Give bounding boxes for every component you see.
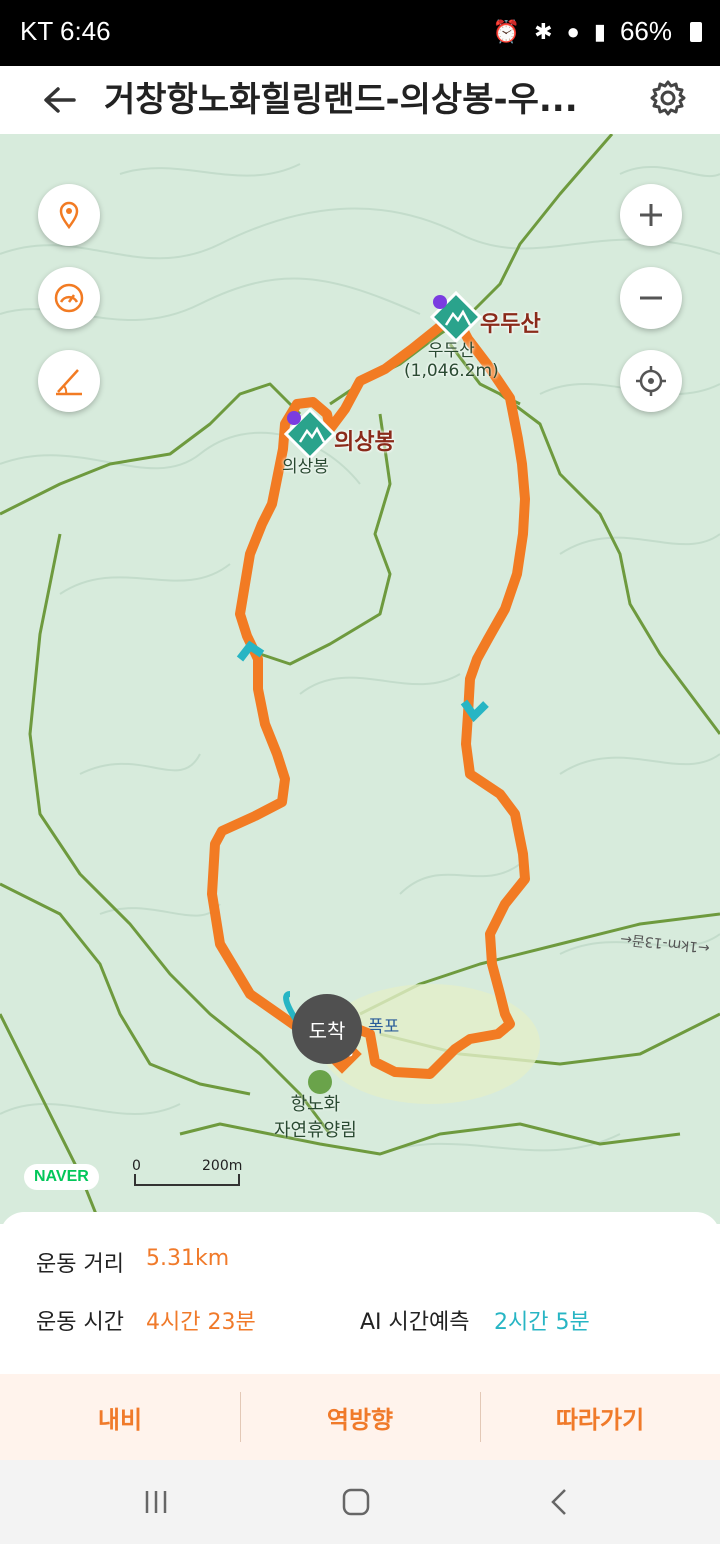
zoom-in-button[interactable] [620, 184, 682, 246]
distance-value: 5.31km [146, 1246, 230, 1271]
alarm-icon: ⏰ [492, 18, 521, 44]
ai-time-value: 2시간 5분 [494, 1310, 590, 1335]
map-pin-icon [59, 201, 79, 230]
stats-panel: 운동 거리 5.31km 운동 시간 4시간 23분 AI 시간예측 2시간 5… [0, 1212, 720, 1374]
distance-label: 운동 거리 [36, 1252, 124, 1277]
scale-zero: 0 [132, 1158, 141, 1174]
recents-button[interactable] [126, 1482, 186, 1522]
waterfall-label: 폭포 [368, 1017, 400, 1037]
system-back-button[interactable] [530, 1482, 590, 1522]
battery-percent: 66% [619, 16, 672, 46]
crosshair-icon [636, 366, 666, 396]
home-icon [342, 1488, 370, 1516]
app-bar: 거창항노화힐링랜드-의상봉-우... [0, 66, 720, 134]
recents-icon [145, 1491, 167, 1513]
my-location-button[interactable] [620, 350, 682, 412]
elevation-button[interactable] [38, 350, 100, 412]
map-canvas [0, 134, 720, 1224]
peak-elevation-udusan: 우두산 (1,046.2m) [404, 341, 499, 381]
page-title: 거창항노화힐링랜드-의상봉-우... [104, 80, 578, 120]
speedometer-icon [54, 283, 84, 313]
peak-sub-uisangbong: 의상봉 [282, 457, 329, 477]
status-icons: ⏰ ✱ ● ▮ 66% [493, 16, 702, 47]
time-value: 4시간 23분 [146, 1310, 256, 1335]
peak-label-udusan: 우두산 [480, 312, 541, 337]
minus-icon [640, 296, 662, 300]
map-view[interactable]: 우두산 우두산 (1,046.2m) 의상봉 의상봉 폭포 항노화 자연휴양림 … [0, 134, 720, 1224]
signal-icon: ▮ [593, 18, 606, 44]
status-carrier-time: KT 6:46 [20, 16, 111, 46]
follow-button[interactable]: 따라가기 [480, 1374, 720, 1460]
map-scale: 0 200m [132, 1158, 244, 1188]
peak-label-uisangbong: 의상봉 [334, 430, 395, 455]
zoom-out-button[interactable] [620, 267, 682, 329]
back-arrow-icon [44, 87, 76, 113]
bluetooth-icon: ✱ [534, 18, 553, 44]
naver-logo: NAVER [24, 1164, 99, 1190]
time-label: 운동 시간 [36, 1310, 124, 1335]
settings-button[interactable] [646, 76, 690, 120]
navigation-button[interactable]: 내비 [0, 1374, 240, 1460]
reverse-button[interactable]: 역방향 [240, 1374, 480, 1460]
scale-distance: 200m [202, 1158, 243, 1174]
arrive-marker[interactable]: 도착 [292, 994, 362, 1064]
speedometer-button[interactable] [38, 267, 100, 329]
gear-icon [650, 80, 686, 116]
home-button[interactable] [326, 1482, 386, 1522]
slope-icon [56, 369, 82, 396]
system-nav-bar [0, 1460, 720, 1544]
location-icon: ● [566, 18, 580, 44]
chevron-left-icon [551, 1489, 566, 1515]
arrive-label: 도착 [308, 1018, 346, 1043]
battery-icon [690, 21, 702, 42]
action-bar: 내비 역방향 따라가기 [0, 1374, 720, 1460]
location-pin-button[interactable] [38, 184, 100, 246]
ai-time-label: AI 시간예측 [360, 1310, 470, 1335]
plus-icon [640, 204, 662, 226]
status-bar: KT 6:46 ⏰ ✱ ● ▮ 66% [0, 0, 720, 66]
back-button[interactable] [36, 76, 84, 124]
forest-label: 항노화 자연휴양림 [274, 1094, 357, 1141]
